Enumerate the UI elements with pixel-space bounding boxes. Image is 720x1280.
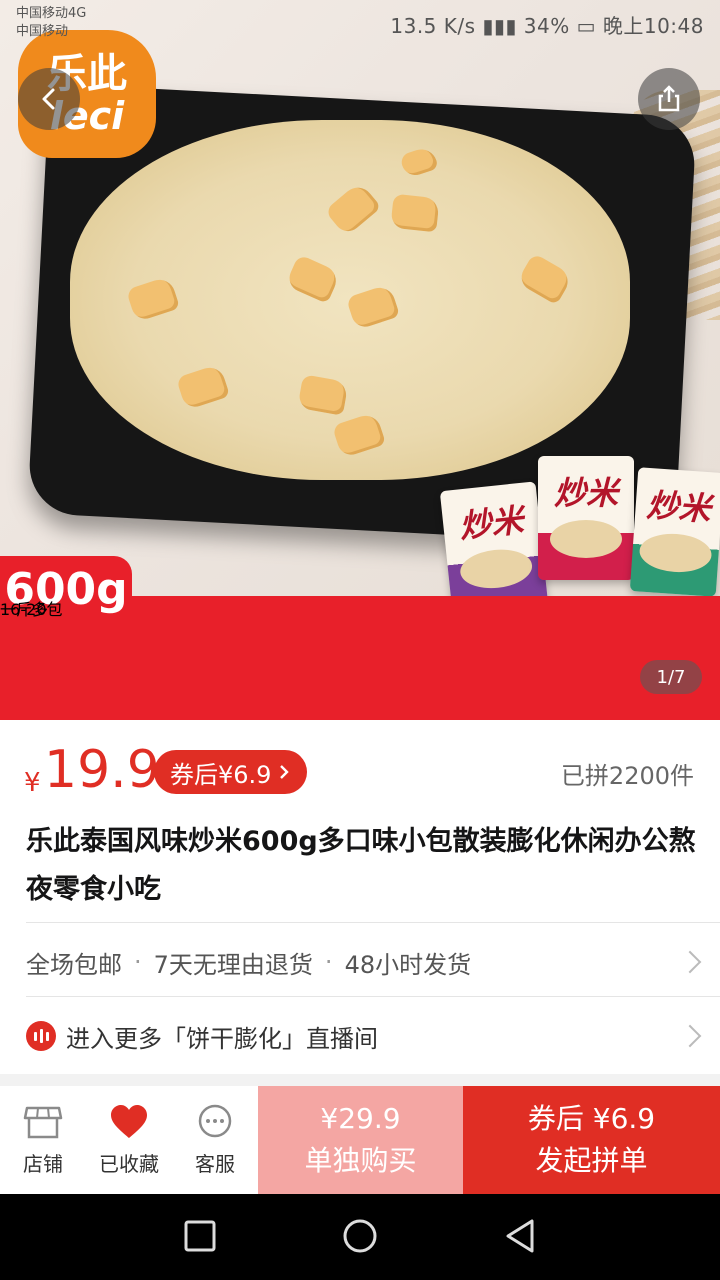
status-right: 13.5 K/s ▮▮▮ 34% ▭ 晚上10:48 <box>390 10 704 39</box>
packet-food-image <box>550 520 622 558</box>
price-row: ¥ 19.9 券后¥6.9 已拼2200件 <box>0 720 720 812</box>
store-label: 店铺 <box>23 1151 63 1176</box>
live-room-entry[interactable]: 进入更多「饼干膨化」直播间 <box>26 1016 696 1056</box>
divider <box>26 996 720 997</box>
product-title: 乐此泰国风味炒米600g多口味小包散装膨化休闲办公熬夜零食小吃 <box>26 826 696 905</box>
service-guarantees[interactable]: 全场包邮 · 7天无理由退货 · 48小时发货 <box>26 942 696 982</box>
store-button[interactable]: 店铺 <box>0 1086 86 1194</box>
share-icon <box>658 85 680 112</box>
system-nav-bar <box>0 1194 720 1280</box>
signal-icon: ▮▮▮ <box>482 14 524 38</box>
buy-alone-button[interactable]: ¥29.9 单独购买 <box>258 1086 463 1194</box>
group-label: 发起拼单 <box>535 1144 648 1177</box>
store-icon <box>23 1106 63 1138</box>
carrier-info: 中国移动4G 中国移动 <box>16 5 86 41</box>
group-price: 19.9 <box>44 740 160 800</box>
service-free-shipping: 全场包邮 <box>26 950 122 979</box>
product-packet: 炒米 <box>538 456 634 580</box>
sold-count: 已拼2200件 <box>560 762 694 790</box>
back-button[interactable] <box>18 68 80 130</box>
nav-triangle-icon[interactable] <box>500 1216 540 1256</box>
divider <box>26 922 720 923</box>
chevron-right-icon <box>280 765 290 779</box>
separator: · <box>324 948 333 976</box>
group-price-label: 券后 ¥6.9 <box>527 1102 656 1135</box>
packet-food-image <box>638 531 713 575</box>
packet-label: 炒米 <box>645 485 712 529</box>
currency-symbol: ¥ <box>24 768 41 798</box>
back-icon <box>42 88 55 110</box>
start-group-buy-button[interactable]: 券后 ¥6.9 发起拼单 <box>463 1086 720 1194</box>
coupon-button[interactable]: 券后¥6.9 <box>154 750 308 794</box>
network-speed: 13.5 K/s <box>390 14 476 38</box>
product-detail-screen: 乐此 leci 炒米 炒米 炒米 600g 一斤多 16-20包 1/7 中国移… <box>0 0 720 1280</box>
separator: · <box>134 948 142 976</box>
service-shipping-time: 48小时发货 <box>344 950 472 979</box>
favorite-label: 已收藏 <box>99 1151 159 1176</box>
single-price: ¥29.9 <box>320 1102 401 1135</box>
battery-icon: ▭ <box>576 14 603 38</box>
product-packet: 炒米 <box>629 467 720 597</box>
packet-label: 炒米 <box>457 500 526 546</box>
service-label: 客服 <box>195 1151 235 1176</box>
bottom-action-bar: 店铺 已收藏 客服 ¥29.9 单独购买 券后 ¥6.9 发起拼单 <box>0 1086 720 1194</box>
favorite-button[interactable]: 已收藏 <box>86 1086 172 1194</box>
customer-service-button[interactable]: 客服 <box>172 1086 258 1194</box>
carrier-top: 中国移动4G <box>16 6 87 21</box>
product-image-carousel[interactable]: 乐此 leci 炒米 炒米 炒米 600g 一斤多 16-20包 1/7 <box>0 0 720 720</box>
heart-icon <box>111 1104 147 1138</box>
live-room-text: 进入更多「饼干膨化」直播间 <box>66 1024 378 1053</box>
garlic-chip <box>390 193 440 233</box>
live-icon <box>26 1021 56 1051</box>
carrier-bottom: 中国移动 <box>16 24 69 39</box>
battery-level: 34% <box>523 14 570 38</box>
section-gap <box>0 1074 720 1086</box>
product-packet: 炒米 <box>439 481 549 615</box>
nav-square-icon[interactable] <box>180 1216 220 1256</box>
service-return: 7天无理由退货 <box>153 950 313 979</box>
status-bar: 中国移动4G 中国移动 13.5 K/s ▮▮▮ 34% ▭ 晚上10:48 <box>0 0 720 46</box>
clock: 晚上10:48 <box>602 14 704 38</box>
page-indicator: 1/7 <box>640 660 702 694</box>
coupon-label: 券后¥6.9 <box>170 760 272 789</box>
packet-food-image <box>458 546 534 592</box>
packet-label: 炒米 <box>553 474 618 512</box>
chat-icon <box>198 1104 232 1137</box>
banner-text-right: 16-20包 <box>0 600 63 619</box>
share-button[interactable] <box>638 68 700 130</box>
nav-circle-icon[interactable] <box>340 1216 380 1256</box>
single-label: 单独购买 <box>304 1144 417 1177</box>
